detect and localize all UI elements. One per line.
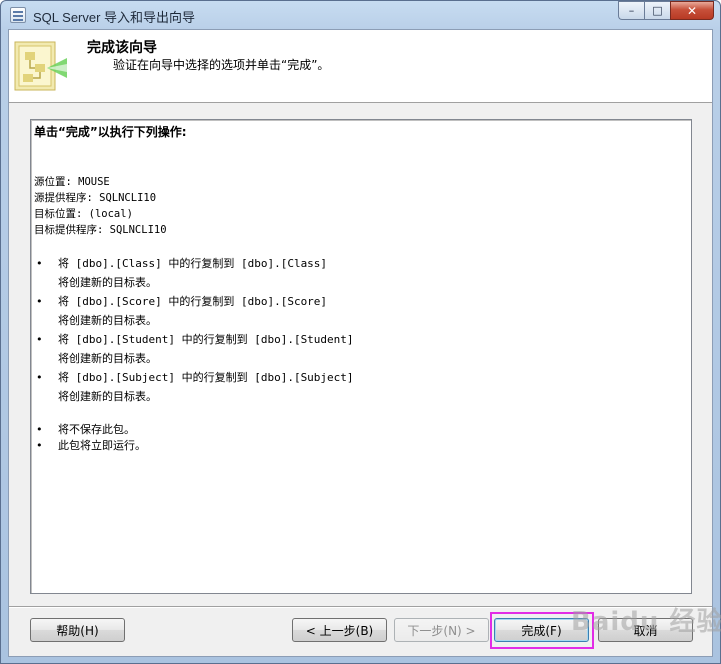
summary-textbox[interactable]: 单击“完成”以执行下列操作: 源位置: MOUSE 源提供程序: SQLNCLI… <box>30 119 692 594</box>
run-package-note: 此包将立即运行。 <box>58 439 146 452</box>
window-controls: – □ ✕ <box>618 1 714 21</box>
minimize-icon: – <box>628 4 635 17</box>
copy-action-text: 将 [dbo].[Class] 中的行复制到 [dbo].[Class] <box>58 257 328 270</box>
page-description: 验证在向导中选择的选项并单击“完成”。 <box>113 58 330 72</box>
bullet-icon: • <box>36 423 43 436</box>
summary-content: 单击“完成”以执行下列操作: 源位置: MOUSE 源提供程序: SQLNCLI… <box>34 122 689 454</box>
copy-action-note: 将创建新的目标表。 <box>58 390 157 403</box>
wizard-window: SQL Server 导入和导出向导 – □ ✕ 完成该向导 验证在向导中选择的… <box>0 0 721 664</box>
maximize-button[interactable]: □ <box>644 1 670 20</box>
bullet-icon: • <box>36 257 43 270</box>
maximize-icon: □ <box>652 4 663 17</box>
copy-action-text: 将 [dbo].[Student] 中的行复制到 [dbo].[Student] <box>58 333 354 346</box>
copy-action-text: 将 [dbo].[Subject] 中的行复制到 [dbo].[Subject] <box>58 371 354 384</box>
bullet-icon: • <box>36 333 43 346</box>
source-provider: 源提供程序: SQLNCLI10 <box>34 192 157 204</box>
save-package-note: 将不保存此包。 <box>58 423 135 436</box>
close-icon: ✕ <box>686 3 698 18</box>
close-button[interactable]: ✕ <box>670 1 714 20</box>
app-icon[interactable] <box>10 7 26 23</box>
back-button[interactable]: < 上一步(B) <box>292 618 387 642</box>
list-item: • 将不保存此包。 <box>34 422 689 438</box>
window-title: SQL Server 导入和导出向导 <box>33 10 196 25</box>
copy-action-note: 将创建新的目标表。 <box>58 352 157 365</box>
list-item: • 此包将立即运行。 <box>34 438 689 454</box>
watermark: Baidu 经验 <box>571 607 721 637</box>
list-item: • 将 [dbo].[Student] 中的行复制到 [dbo].[Studen… <box>34 330 689 349</box>
destination-location: 目标位置: (local) <box>34 208 133 220</box>
list-item: • 将 [dbo].[Subject] 中的行复制到 [dbo].[Subjec… <box>34 368 689 387</box>
minimize-button[interactable]: – <box>618 1 644 20</box>
destination-provider: 目标提供程序: SQLNCLI10 <box>34 224 167 236</box>
list-item: • 将 [dbo].[Class] 中的行复制到 [dbo].[Class] <box>34 254 689 273</box>
title-bar[interactable]: SQL Server 导入和导出向导 – □ ✕ <box>1 1 720 29</box>
next-button[interactable]: 下一步(N) > <box>394 618 489 642</box>
copy-action-text: 将 [dbo].[Score] 中的行复制到 [dbo].[Score] <box>58 295 328 308</box>
list-item: • 将 [dbo].[Score] 中的行复制到 [dbo].[Score] <box>34 292 689 311</box>
wizard-icon <box>14 41 67 91</box>
bullet-icon: • <box>36 295 43 308</box>
wizard-client-area: 完成该向导 验证在向导中选择的选项并单击“完成”。 单击“完成”以执行下列操作:… <box>8 29 713 657</box>
wizard-header: 完成该向导 验证在向导中选择的选项并单击“完成”。 <box>9 30 712 103</box>
source-location: 源位置: MOUSE <box>34 176 110 188</box>
bullet-icon: • <box>36 439 43 452</box>
copy-action-note: 将创建新的目标表。 <box>58 314 157 327</box>
copy-action-note: 将创建新的目标表。 <box>58 276 157 289</box>
summary-heading: 单击“完成”以执行下列操作: <box>34 125 187 139</box>
page-title: 完成该向导 <box>87 40 157 56</box>
bullet-icon: • <box>36 371 43 384</box>
help-button[interactable]: 帮助(H) <box>30 618 125 642</box>
